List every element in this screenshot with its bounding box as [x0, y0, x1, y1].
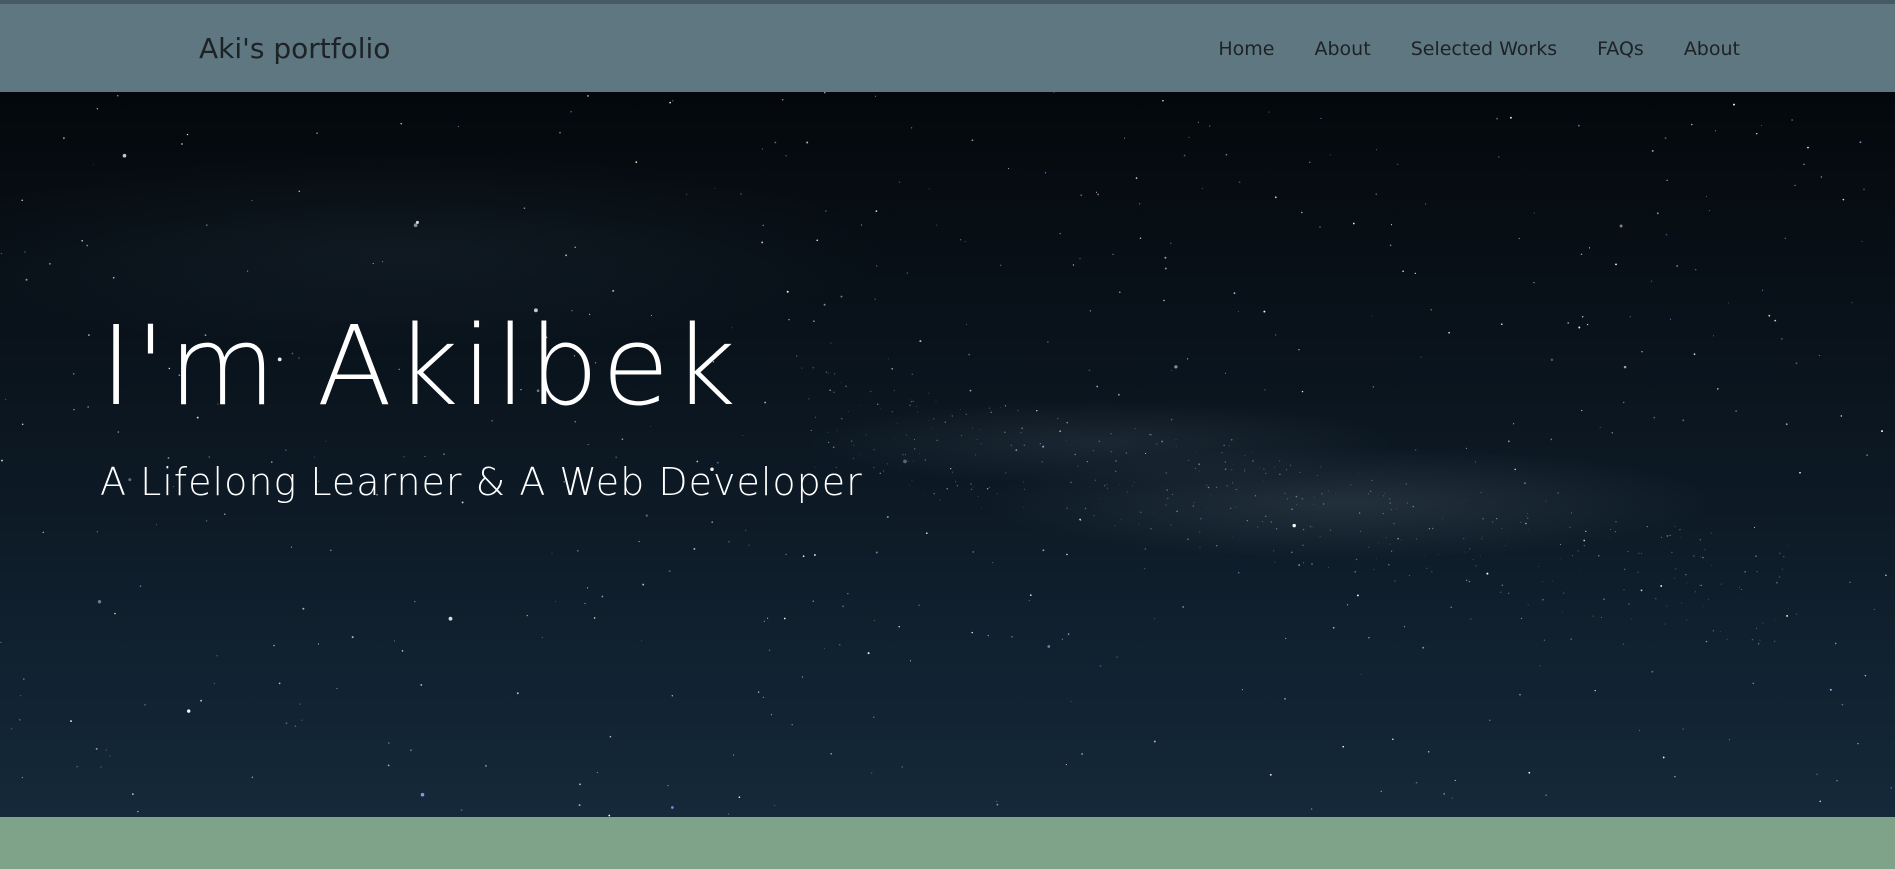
footer-band	[0, 817, 1895, 869]
navbar: Aki's portfolio Home About Selected Work…	[0, 4, 1895, 92]
nav-link-faqs[interactable]: FAQs	[1597, 38, 1644, 60]
starfield-background	[0, 92, 1892, 817]
nav-link-about-secondary[interactable]: About	[1684, 38, 1740, 60]
nav-link-about[interactable]: About	[1315, 38, 1371, 60]
hero-title: I'm Akilbek	[100, 302, 740, 430]
nav-links: Home About Selected Works FAQs About	[1218, 38, 1740, 60]
nav-link-home[interactable]: Home	[1218, 38, 1274, 60]
hero-subtitle: A Lifelong Learner & A Web Developer	[100, 460, 863, 504]
brand-link[interactable]: Aki's portfolio	[199, 32, 390, 65]
hero-section: I'm Akilbek A Lifelong Learner & A Web D…	[0, 92, 1895, 817]
nav-link-selected-works[interactable]: Selected Works	[1411, 38, 1557, 60]
